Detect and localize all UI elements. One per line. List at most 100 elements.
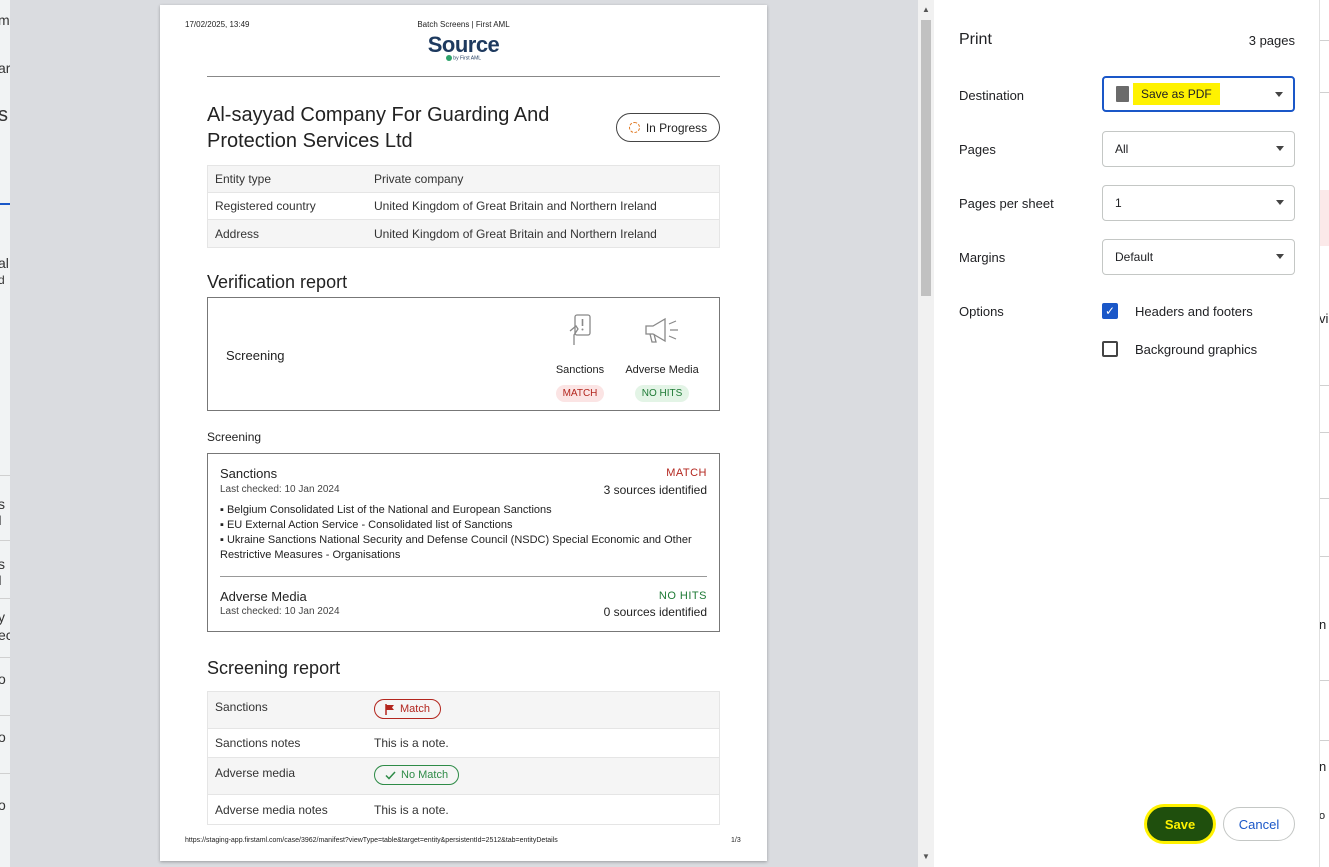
page-footer-url: https://staging-app.firstaml.com/case/39… [185,837,558,844]
screening-report-table: Sanctions Match Sanctions notes This is a… [207,691,720,825]
check-name: Adverse Media [625,364,699,376]
bg-fragment: n [1319,617,1327,632]
bg-fragment: al [0,255,9,271]
scroll-down-icon[interactable]: ▼ [922,852,930,861]
chevron-down-icon [1276,146,1284,151]
chevron-down-icon [1276,200,1284,205]
screening-row-label: Screening [226,348,285,363]
cancel-button[interactable]: Cancel [1223,807,1295,841]
page-footer-number: 1/3 [731,837,741,844]
save-button[interactable]: Save [1147,807,1213,841]
verification-summary-box: Screening Sanctions MATCH Adverse Media … [207,297,720,411]
table-row: Sanctions notes This is a note. [208,729,719,758]
bg-fragment: m [0,12,10,28]
pages-select[interactable]: All [1102,131,1295,167]
bg-fragment: s I [0,496,5,528]
margins-label: Margins [959,250,1006,265]
bg-fragment: ec [0,627,10,643]
table-row: Entity type Private company [208,166,719,193]
list-item: ▪ Ukraine Sanctions National Security an… [220,534,692,561]
bg-fragment: y [0,609,5,625]
preview-scrollbar[interactable]: ▲ ▼ [918,0,934,867]
bg-fragment: o [0,671,6,687]
bg-fragment: ar [0,60,10,76]
header-divider [207,76,720,77]
screening-section-label: Screening [207,430,262,444]
sanctions-sources: 3 sources identified [603,483,707,497]
in-progress-icon [628,122,640,133]
pages-value: All [1115,142,1129,156]
document-icon [1116,86,1129,102]
bg-fragment: s [0,104,8,126]
adverse-media-title: Adverse Media [220,589,307,604]
list-item: ▪ Belgium Consolidated List of the Natio… [220,504,552,516]
check-name: Sanctions [555,364,605,376]
status-label: In Progress [645,120,708,135]
sanctions-title: Sanctions [220,466,278,481]
table-row: Address United Kingdom of Great Britain a… [208,220,719,247]
headers-footers-label[interactable]: Headers and footers [1135,304,1253,319]
adverse-media-check: Adverse Media NO HITS [617,310,707,402]
background-graphics-label[interactable]: Background graphics [1135,342,1257,357]
sanctions-icon [535,310,625,350]
match-badge: MATCH [555,385,605,402]
table-row: Adverse media No Match [208,758,719,795]
bg-fragment: n [1319,759,1327,774]
company-name: Al-sayyad Company For Guarding And Prote… [207,104,550,152]
verification-report-title: Verification report [207,272,348,292]
screening-details-box: Sanctions Last checked: 10 Jan 2024 MATC… [207,453,720,632]
sanctions-check: Sanctions MATCH [535,310,625,402]
destination-value: Save as PDF [1133,83,1220,105]
options-label: Options [959,304,1004,319]
sanctions-source-list: ▪ Belgium Consolidated List of the Natio… [220,503,710,563]
sanctions-last-checked: Last checked: 10 Jan 2024 [220,484,340,495]
adverse-media-status: NO HITS [658,590,707,602]
sanctions-status: MATCH [666,467,707,479]
margins-select[interactable]: Default [1102,239,1295,275]
status-badge: In Progress [616,113,720,142]
destination-label: Destination [959,88,1025,103]
source-logo: Source by First AML [160,32,767,61]
pages-per-sheet-select[interactable]: 1 [1102,185,1295,221]
page-header-title: Batch Screens | First AML [417,20,510,29]
preview-page: 17/02/2025, 13:49 Batch Screens | First … [160,5,767,861]
bg-fragment: s I [0,556,5,588]
logo-subtext: by First AML [160,55,767,61]
page-count: 3 pages [1248,33,1295,48]
bg-fragment: o [0,797,6,813]
pages-label: Pages [959,142,996,157]
bg-fragment: o [0,729,6,745]
table-row: Adverse media notes This is a note. [215,802,449,817]
bg-fragment: d [0,273,5,287]
no-hits-badge: NO HITS [634,385,690,402]
list-item: ▪ EU External Action Service - Consolida… [220,519,513,531]
headers-footers-checkbox[interactable]: ✓ [1102,303,1118,319]
print-settings-panel: Print 3 pages Destination Save as PDF Pa… [934,0,1319,867]
background-app-left: m ar s al d s I s I y ec o o o [0,0,10,867]
print-preview-area[interactable]: 17/02/2025, 13:49 Batch Screens | First … [10,0,918,867]
table-row: Sanctions Match [208,692,719,729]
entity-details-table: Entity type Private company Registered co… [207,165,720,248]
divider [220,576,707,577]
chevron-down-icon [1275,92,1283,97]
scrollbar-thumb[interactable] [921,20,931,296]
no-match-pill: No Match [374,765,460,785]
scroll-up-icon[interactable]: ▲ [922,5,930,14]
pages-per-sheet-label: Pages per sheet [959,196,1054,211]
adverse-media-last-checked: Last checked: 10 Jan 2024 [220,606,340,617]
background-app-right: vi n n o [1319,0,1329,867]
screening-report-title: Screening report [207,658,341,678]
megaphone-icon [617,310,707,350]
background-graphics-checkbox[interactable] [1102,341,1118,357]
destination-select[interactable]: Save as PDF [1102,76,1295,112]
print-title: Print [959,31,992,48]
check-icon [385,770,396,780]
bg-fragment: o [1319,810,1326,822]
chevron-down-icon [1276,254,1284,259]
pages-per-sheet-value: 1 [1115,196,1122,210]
first-aml-logo-icon [445,55,452,61]
match-pill: Match [374,699,441,719]
bg-fragment: vi [1319,311,1329,326]
table-row: Registered country United Kingdom of Grea… [208,193,719,220]
flag-icon [385,703,394,715]
